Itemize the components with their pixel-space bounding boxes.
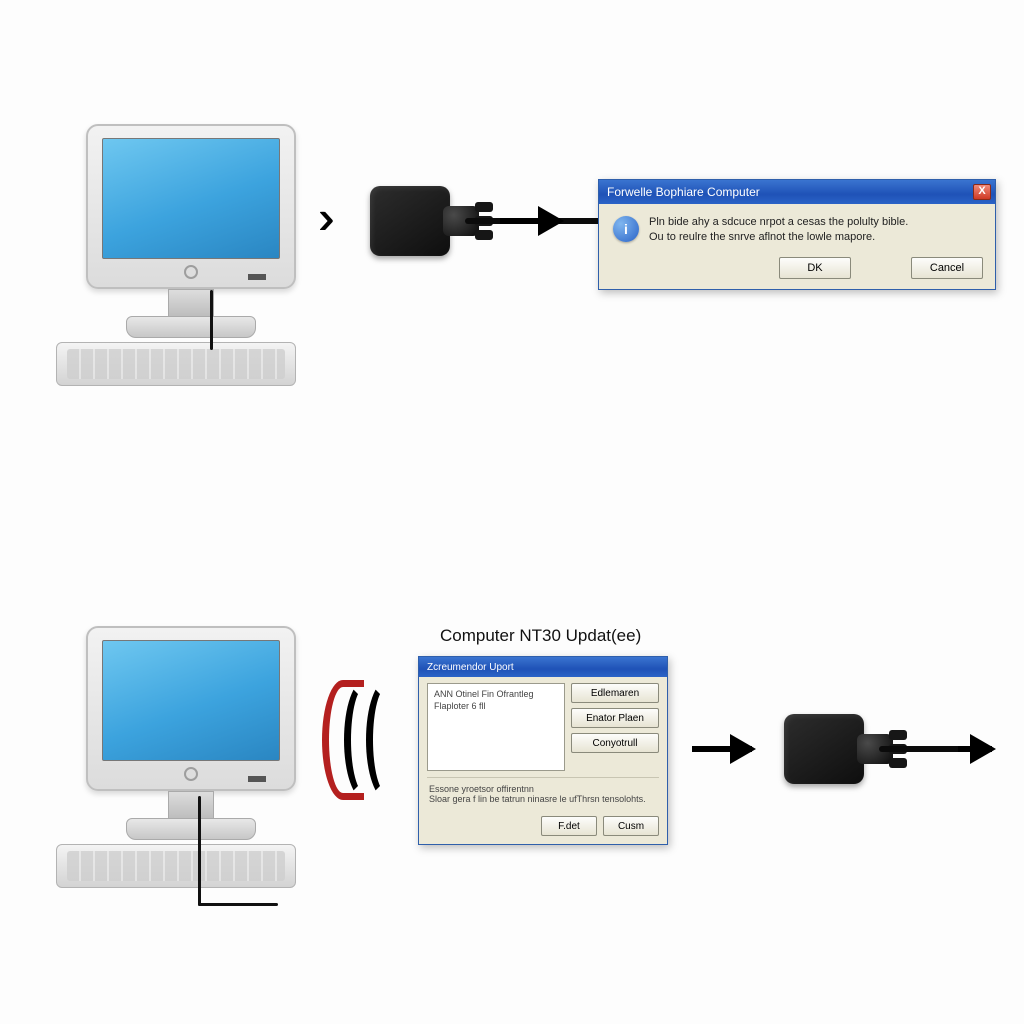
ok-button[interactable]: DK (779, 257, 851, 279)
monitor-base (126, 316, 256, 338)
section-title: Computer NT30 Updat(ee) (440, 626, 641, 646)
arrow-right-end (958, 746, 992, 752)
adapter-bottom (784, 710, 879, 788)
monitor (86, 124, 296, 289)
list-item: ANN Otinel Fin Ofrantleg (434, 688, 558, 700)
monitor-base (126, 818, 256, 840)
keyboard (56, 844, 296, 888)
dialog-top-title: Forwelle Bophiare Computer (607, 185, 760, 199)
adapter-top (370, 182, 465, 260)
monitor-logo (184, 265, 198, 279)
monitor-screen (102, 640, 280, 761)
keyboard (56, 342, 296, 386)
usb-port (248, 274, 266, 280)
double-arrow-icon: ›› (318, 190, 321, 244)
monitor (86, 626, 296, 791)
side-button-3[interactable]: Conyotrull (571, 733, 659, 753)
list-item: Flaploter 6 fll (434, 700, 558, 712)
cancel-button[interactable]: Cusm (603, 816, 659, 836)
dialog-bottom: Zcreumendor Uport ANN Otinel Fin Ofrantl… (418, 656, 668, 845)
monitor-screen (102, 138, 280, 259)
cancel-button[interactable]: Cancel (911, 257, 983, 279)
monitor-logo (184, 767, 198, 781)
info-icon: i (613, 216, 639, 242)
monitor-stand (168, 791, 214, 821)
cable-top (210, 290, 213, 350)
close-icon[interactable]: X (973, 184, 991, 200)
wireless-signal-icon (322, 680, 412, 800)
computer-top (56, 124, 326, 384)
update-listbox[interactable]: ANN Otinel Fin Ofrantleg Flaploter 6 fll (427, 683, 565, 771)
ok-button[interactable]: F.det (541, 816, 597, 836)
side-button-1[interactable]: Edlemaren (571, 683, 659, 703)
footer-heading: Essone yroetsor offirentnn (429, 784, 657, 794)
computer-bottom (56, 626, 326, 886)
dialog-top: Forwelle Bophiare Computer X i Pln bide … (598, 179, 996, 290)
usb-port (248, 776, 266, 782)
dialog-bottom-title: Zcreumendor Uport (427, 662, 514, 673)
arrow-right-top (500, 218, 560, 224)
dialog-top-titlebar[interactable]: Forwelle Bophiare Computer X (599, 180, 995, 204)
monitor-stand (168, 289, 214, 319)
dialog-bottom-titlebar[interactable]: Zcreumendor Uport (419, 657, 667, 677)
dialog-top-line2: Ou to reulre the snrve aflnot the lowle … (649, 231, 908, 243)
side-button-2[interactable]: Enator Plaen (571, 708, 659, 728)
cable-bottom-v (198, 796, 201, 906)
cable-bottom-h (198, 903, 278, 906)
arrow-right-mid (692, 746, 752, 752)
footer-text: Sloar gera f lin be tatrun ninasre le uf… (429, 794, 657, 804)
dialog-top-line1: Pln bide ahy a sdcuce nrpot a cesas the … (649, 216, 908, 228)
